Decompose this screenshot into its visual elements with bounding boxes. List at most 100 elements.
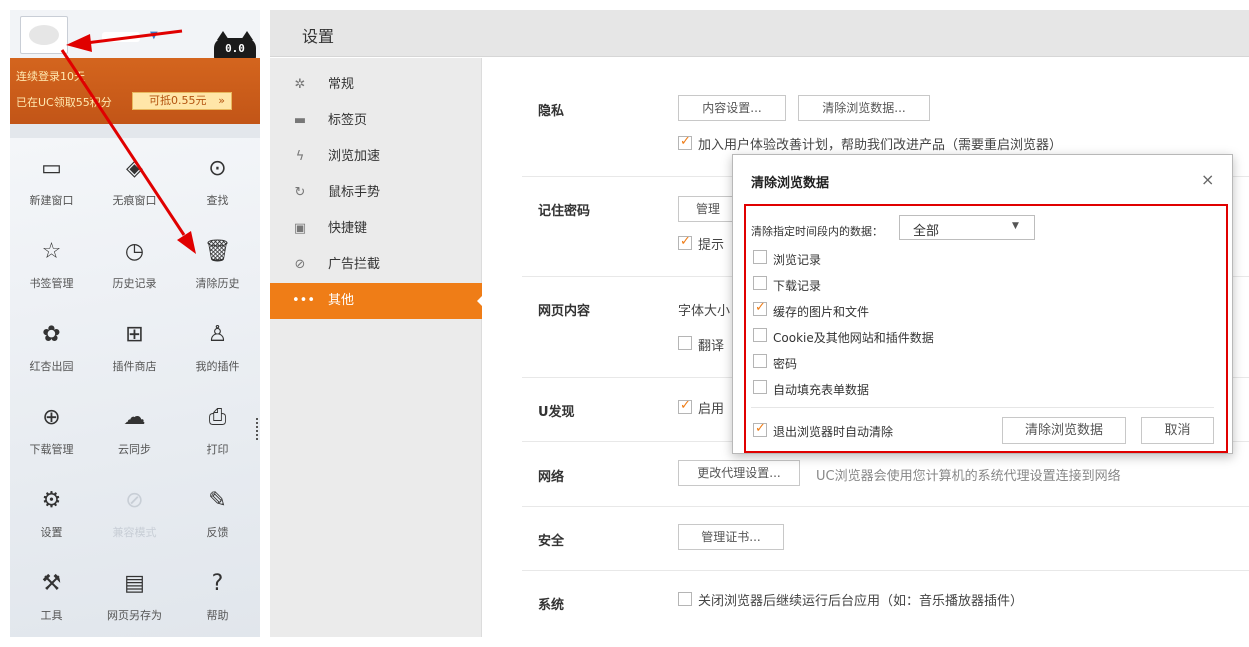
background-apps-checkbox[interactable] xyxy=(678,592,692,606)
menu-item-label: 查找 xyxy=(206,194,229,207)
option-label: 缓存的图片和文件 xyxy=(773,305,870,319)
menu-item[interactable]: ✿ 红杏出园 xyxy=(10,304,93,386)
page-title: 设置 xyxy=(302,27,335,46)
tmall-cat-icon[interactable]: 0.0 xyxy=(214,31,256,60)
browser-main-menu: ▼ 0.0 连续登录10天 已在UC领取55积分 可抵0.55元 » ▭ 新建窗口… xyxy=(10,10,260,637)
menu-item-label: 我的插件 xyxy=(195,360,240,373)
sidebar-item-label: 浏览加速 xyxy=(328,149,381,164)
menu-item-label: 清除历史 xyxy=(195,277,240,290)
menu-item[interactable]: ⚙ 设置 xyxy=(10,470,93,552)
password-prompt-checkbox[interactable] xyxy=(678,234,692,250)
chevron-down-icon[interactable]: ▼ xyxy=(150,30,158,41)
confirm-clear-button[interactable]: 清除浏览数据 xyxy=(1002,417,1126,444)
option-checkbox[interactable] xyxy=(753,354,767,368)
sidebar-item-label: 广告拦截 xyxy=(328,257,381,272)
menu-item[interactable]: ⚒ 工具 xyxy=(10,553,93,635)
u-discovery-checkbox[interactable] xyxy=(678,398,692,414)
menu-item[interactable]: ✎ 反馈 xyxy=(176,470,259,552)
menu-item[interactable]: ☆ 书签管理 xyxy=(10,221,93,303)
content-settings-button[interactable]: 内容设置... xyxy=(678,95,786,121)
document-icon: ▤ xyxy=(124,571,145,596)
menu-item[interactable]: ◈ 无痕窗口 xyxy=(93,138,176,220)
sidebar-item[interactable]: ▬ 标签页 xyxy=(270,103,482,139)
menu-item-label: 红杏出园 xyxy=(29,360,74,373)
star-icon: ☆ xyxy=(41,239,62,264)
menu-item[interactable]: 🗑 清除历史 xyxy=(176,221,259,303)
option-checkbox[interactable] xyxy=(753,276,767,290)
sidebar-item[interactable]: ϟ 浏览加速 xyxy=(270,139,482,175)
lightning-icon: ϟ xyxy=(295,149,305,164)
login-reward-banner: 连续登录10天 已在UC领取55积分 可抵0.55元 » xyxy=(10,58,260,124)
section-label-privacy: 隐私 xyxy=(538,104,565,119)
menu-item[interactable]: ⊙ 查找 xyxy=(176,138,259,220)
login-days-text: 连续登录10天 xyxy=(16,70,85,83)
section-label-web-content: 网页内容 xyxy=(538,304,591,319)
menu-item-label: 反馈 xyxy=(206,526,229,539)
menu-item-label: 书签管理 xyxy=(29,277,74,290)
proxy-settings-button[interactable]: 更改代理设置... xyxy=(678,460,800,486)
translate-label: 翻译 xyxy=(698,339,725,354)
clear-browsing-data-dialog: 清除浏览数据 × 清除指定时间段内的数据： 全部 ▼ 浏览记录下载记录缓存的图片… xyxy=(732,154,1233,454)
settings-sidebar: ✲ 常规 ▬ 标签页 ϟ 浏览加速 ↻ 鼠标手势 ▣ 快捷键 ⊘ 广告拦截 ••• 其他 xyxy=(270,58,483,637)
download-icon: ⊕ xyxy=(42,405,61,430)
cancel-button[interactable]: 取消 xyxy=(1141,417,1214,444)
resize-handle[interactable] xyxy=(256,418,258,440)
manage-certificates-button[interactable]: 管理证书... xyxy=(678,524,784,550)
user-icon: ♙ xyxy=(207,322,228,347)
option-label: 下载记录 xyxy=(773,279,822,293)
new-window-icon: ▭ xyxy=(41,156,62,181)
experience-program-checkbox[interactable] xyxy=(678,134,692,150)
menu-item[interactable]: ⊞ 插件商店 xyxy=(93,304,176,386)
menu-item[interactable]: ⊘ 兼容模式 xyxy=(93,470,176,552)
gesture-icon: ↻ xyxy=(294,185,306,200)
incognito-icon: ◈ xyxy=(126,156,143,181)
menu-item-label: 历史记录 xyxy=(112,277,157,290)
time-range-value: 全部 xyxy=(913,224,940,239)
chevron-right-icon: » xyxy=(218,94,225,107)
menu-item[interactable]: ♙ 我的插件 xyxy=(176,304,259,386)
proxy-description: UC浏览器会使用您计算机的系统代理设置连接到网络 xyxy=(816,469,1121,484)
points-text: 已在UC领取55积分 xyxy=(16,96,112,109)
sidebar-item-label: 标签页 xyxy=(328,113,368,128)
section-label-security: 安全 xyxy=(538,534,565,549)
wrench-icon: ⚒ xyxy=(41,571,62,596)
menu-item[interactable]: ? 帮助 xyxy=(176,553,259,635)
divider xyxy=(522,570,1249,571)
menu-item[interactable]: ◷ 历史记录 xyxy=(93,221,176,303)
menu-item[interactable]: ▤ 网页另存为 xyxy=(93,553,176,635)
sidebar-item[interactable]: ⊘ 广告拦截 xyxy=(270,247,482,283)
translate-checkbox[interactable] xyxy=(678,336,692,350)
compass-icon: ⊘ xyxy=(125,488,144,513)
menu-item[interactable]: ☁ 云同步 xyxy=(93,387,176,469)
time-range-select[interactable]: 全部 ▼ xyxy=(899,215,1035,240)
sidebar-item[interactable]: ▣ 快捷键 xyxy=(270,211,482,247)
background-apps-label: 关闭浏览器后继续运行后台应用（如：音乐播放器插件） xyxy=(698,594,1024,609)
manage-passwords-button[interactable]: 管理 xyxy=(678,196,738,222)
menu-item[interactable]: ⊕ 下载管理 xyxy=(10,387,93,469)
option-checkbox[interactable] xyxy=(753,300,767,316)
close-icon[interactable]: × xyxy=(1201,170,1214,189)
menu-item-label: 兼容模式 xyxy=(112,526,157,539)
menu-grid: ▭ 新建窗口 ◈ 无痕窗口 ⊙ 查找 ☆ 书签管理 ◷ 历史记录 🗑 清除历史 ✿ 红杏出园 ⊞ 插件商店 ♙ 我… xyxy=(10,138,260,637)
username[interactable] xyxy=(102,32,140,42)
option-checkbox[interactable] xyxy=(753,380,767,394)
sidebar-item[interactable]: ↻ 鼠标手势 xyxy=(270,175,482,211)
menu-item-label: 新建窗口 xyxy=(29,194,74,207)
option-label: 浏览记录 xyxy=(773,253,822,267)
menu-item[interactable]: ⎙ 打印 xyxy=(176,387,259,469)
sidebar-item[interactable]: ••• 其他 xyxy=(270,283,483,319)
clear-browsing-data-button[interactable]: 清除浏览数据... xyxy=(798,95,930,121)
menu-item-label: 网页另存为 xyxy=(107,609,162,622)
sidebar-item-label: 常规 xyxy=(328,77,355,92)
tab-icon: ▬ xyxy=(293,113,307,128)
option-checkbox[interactable] xyxy=(753,250,767,264)
auto-clear-checkbox[interactable] xyxy=(753,421,767,437)
redeem-button[interactable]: 可抵0.55元 » xyxy=(132,92,232,110)
sidebar-item[interactable]: ✲ 常规 xyxy=(270,67,482,103)
menu-item[interactable]: ▭ 新建窗口 xyxy=(10,138,93,220)
sidebar-item-label: 快捷键 xyxy=(328,221,368,236)
option-checkbox[interactable] xyxy=(753,328,767,342)
divider xyxy=(522,506,1249,507)
avatar[interactable] xyxy=(20,16,68,54)
menu-item-label: 云同步 xyxy=(118,443,151,456)
